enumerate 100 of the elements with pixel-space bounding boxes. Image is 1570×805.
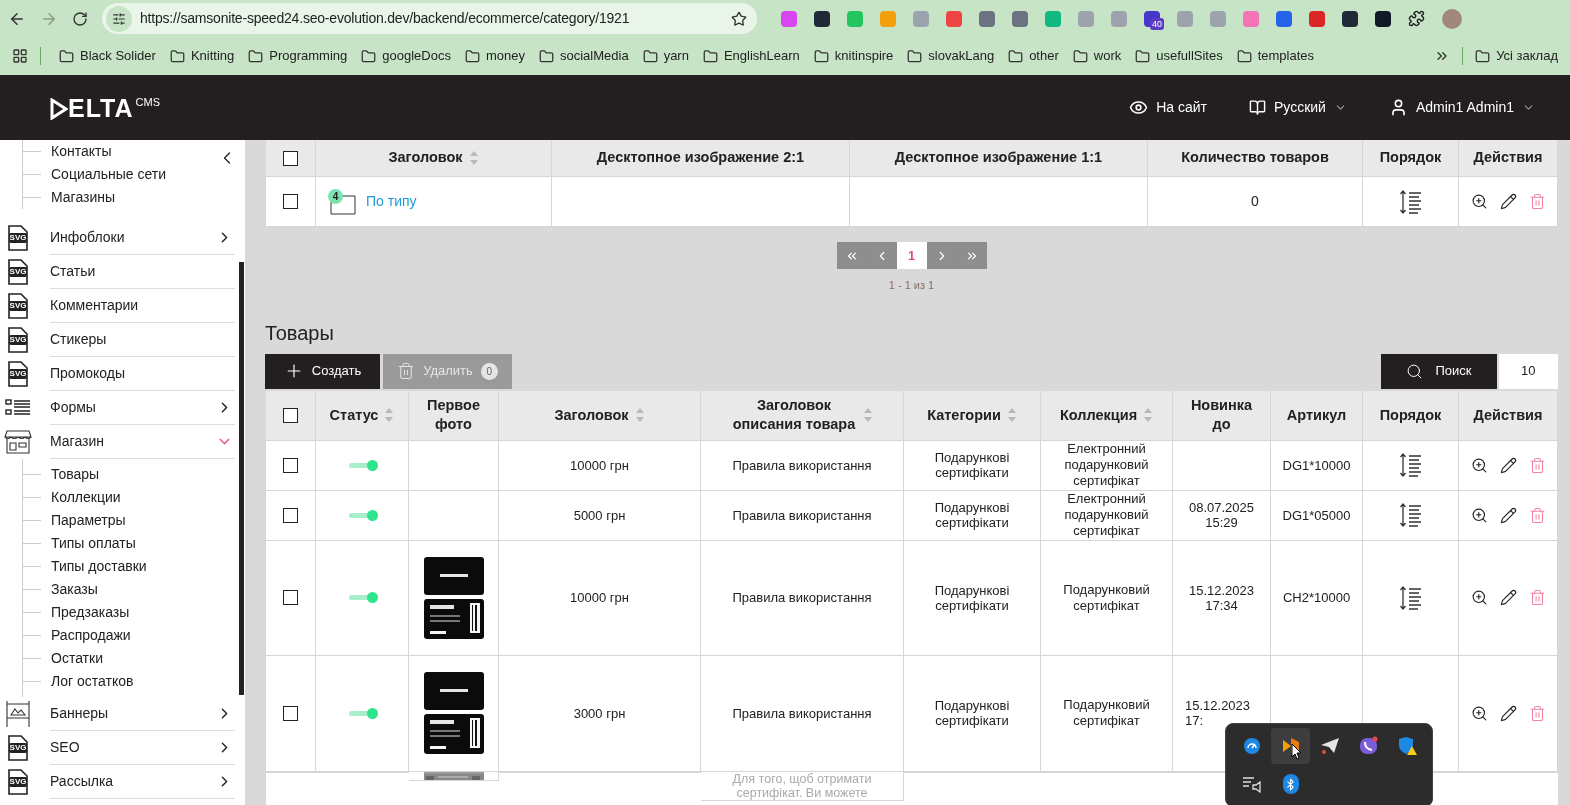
reload-icon[interactable] <box>72 10 88 27</box>
column-header[interactable]: Коллекция <box>1041 390 1173 441</box>
view-icon[interactable] <box>1470 193 1488 210</box>
bookmark-item[interactable]: knitinspire <box>834 46 894 66</box>
column-header[interactable]: Категории <box>904 390 1041 441</box>
edit-icon[interactable] <box>1499 506 1517 524</box>
sidebar-subitem[interactable]: Типы доставки <box>51 556 147 577</box>
edit-icon[interactable] <box>1499 193 1517 210</box>
store-icon <box>4 430 32 454</box>
sidebar-item[interactable]: Стикеры <box>50 323 235 357</box>
extension-icon[interactable] <box>1375 10 1391 27</box>
sidebar-subitem[interactable]: Распродажи <box>51 625 131 646</box>
sidebar-item[interactable]: Промокоды <box>50 357 235 391</box>
last-page-button[interactable] <box>956 242 987 269</box>
sidebar-subitem[interactable]: Социальные сети <box>51 164 166 185</box>
bookmark-item[interactable]: yarn <box>663 46 689 66</box>
sidebar-item[interactable]: Статьи <box>50 255 235 289</box>
site-info-icon[interactable] <box>106 5 132 32</box>
sidebar-subitem[interactable]: Типы оплаты <box>51 533 136 554</box>
next-page-button[interactable] <box>926 242 957 269</box>
per-page-field[interactable]: 10 <box>1499 353 1558 389</box>
sidebar-item[interactable]: Рассылка <box>50 765 235 799</box>
sidebar-subitem[interactable]: Параметры <box>51 510 126 531</box>
sidebar-subitem[interactable]: Заказы <box>51 579 98 600</box>
extension-icon[interactable] <box>1342 10 1358 27</box>
tray-item[interactable] <box>1271 728 1310 764</box>
bookmark-item[interactable]: googleDocs <box>382 46 451 66</box>
table-cell-text: 0 <box>1251 192 1259 211</box>
sidebar-item[interactable]: SEO <box>50 731 235 765</box>
page-button[interactable]: 1 <box>896 242 927 269</box>
column-header[interactable]: Заголовок <box>499 390 701 441</box>
sidebar-subitem[interactable]: Магазины <box>51 187 116 208</box>
sidebar-item[interactable]: Инфоблоки <box>50 221 235 255</box>
search-button[interactable]: Поиск <box>1381 353 1497 389</box>
site-link[interactable]: На сайт <box>1156 97 1207 118</box>
view-icon[interactable] <box>1470 704 1488 722</box>
send-icon[interactable] <box>1319 737 1340 755</box>
bookmark-item[interactable]: money <box>485 46 525 66</box>
speaker-icon[interactable] <box>1241 775 1262 793</box>
folder-icon <box>464 48 480 64</box>
checkbox[interactable] <box>283 457 298 473</box>
table-cell-text: Подарункові сертифікати <box>933 500 1011 530</box>
bookmark-item[interactable]: templates <box>1257 46 1315 66</box>
bluetooth-icon[interactable] <box>1282 774 1299 794</box>
sidebar-subitem[interactable]: Товары <box>51 464 100 485</box>
create-button[interactable]: Создать <box>265 353 380 389</box>
bookmark-item[interactable]: Усі заклад <box>1496 46 1558 66</box>
apps-icon[interactable] <box>12 48 28 64</box>
table-cell: 10000 грн <box>570 457 629 473</box>
edit-icon[interactable] <box>1499 456 1517 474</box>
language-menu[interactable]: Русский <box>1274 97 1326 118</box>
bookmark-item[interactable]: work <box>1093 46 1122 66</box>
checkbox[interactable] <box>283 407 298 423</box>
column-header[interactable]: Заголовок описания товара <box>701 390 904 441</box>
phone-icon[interactable] <box>1358 736 1379 756</box>
bookmark-item[interactable]: socialMedia <box>559 46 629 66</box>
column-header[interactable]: Статус <box>316 390 409 441</box>
table-cell-text: Подарунковий сертифікат <box>1062 581 1151 614</box>
bookmark-item[interactable]: slovakLang <box>928 46 995 66</box>
bookmark-item[interactable]: Black Solider <box>80 46 156 66</box>
sidebar-subitem[interactable]: Контакты <box>51 141 112 162</box>
bookmark-item[interactable]: other <box>1029 46 1059 66</box>
sidebar-subitem[interactable]: Предзаказы <box>51 602 130 623</box>
sidebar-subitem[interactable]: Остатки <box>51 648 103 669</box>
checkbox[interactable] <box>283 150 298 166</box>
sidebar-subitem[interactable]: Лог остатков <box>51 671 134 692</box>
reorder-icon[interactable] <box>1398 188 1423 215</box>
user-menu[interactable]: Admin1 Admin1 <box>1415 97 1514 118</box>
bookmark-item[interactable]: usefullSites <box>1156 46 1223 66</box>
checkbox[interactable] <box>283 590 298 605</box>
bookmark-item[interactable]: Knitting <box>190 46 235 66</box>
gauge-icon[interactable] <box>1242 737 1261 755</box>
edit-icon[interactable] <box>1499 704 1517 722</box>
sidebar-item[interactable]: Формы <box>50 391 235 425</box>
bookmark-item[interactable]: Programming <box>269 46 348 66</box>
view-icon[interactable] <box>1470 506 1488 524</box>
column-header: Десктопное изображение 1:1 <box>850 140 1148 177</box>
extensions-icon[interactable] <box>1408 10 1425 27</box>
shield-icon[interactable] <box>1397 736 1418 756</box>
sidebar-item[interactable]: Магазин <box>50 425 235 459</box>
checkbox[interactable] <box>283 705 298 721</box>
folder-icon <box>169 48 185 64</box>
bookmark-star-icon[interactable] <box>731 10 747 27</box>
first-page-button[interactable] <box>836 242 867 269</box>
view-icon[interactable] <box>1470 589 1488 606</box>
sidebar-subitem[interactable]: Коллекции <box>51 487 121 508</box>
scrollbar-thumb[interactable] <box>239 262 244 695</box>
reorder-icon[interactable] <box>1398 502 1423 528</box>
reorder-icon[interactable] <box>1398 452 1423 478</box>
address-bar[interactable]: https://samsonite-speed24.seo-evolution.dev/backend/ecommerce/category/1921 <box>102 3 757 34</box>
checkbox[interactable] <box>283 194 298 209</box>
view-icon[interactable] <box>1470 456 1488 474</box>
checkbox[interactable] <box>283 507 298 523</box>
reorder-icon[interactable] <box>1398 584 1423 611</box>
sidebar-item[interactable]: Баннеры <box>50 697 235 731</box>
sidebar-item[interactable]: Комментарии <box>50 289 235 323</box>
extension-icon[interactable] <box>814 10 830 27</box>
edit-icon[interactable] <box>1499 589 1517 606</box>
column-header[interactable]: Заголовок <box>316 140 552 177</box>
bookmark-item[interactable]: EnglishLearn <box>723 46 800 66</box>
